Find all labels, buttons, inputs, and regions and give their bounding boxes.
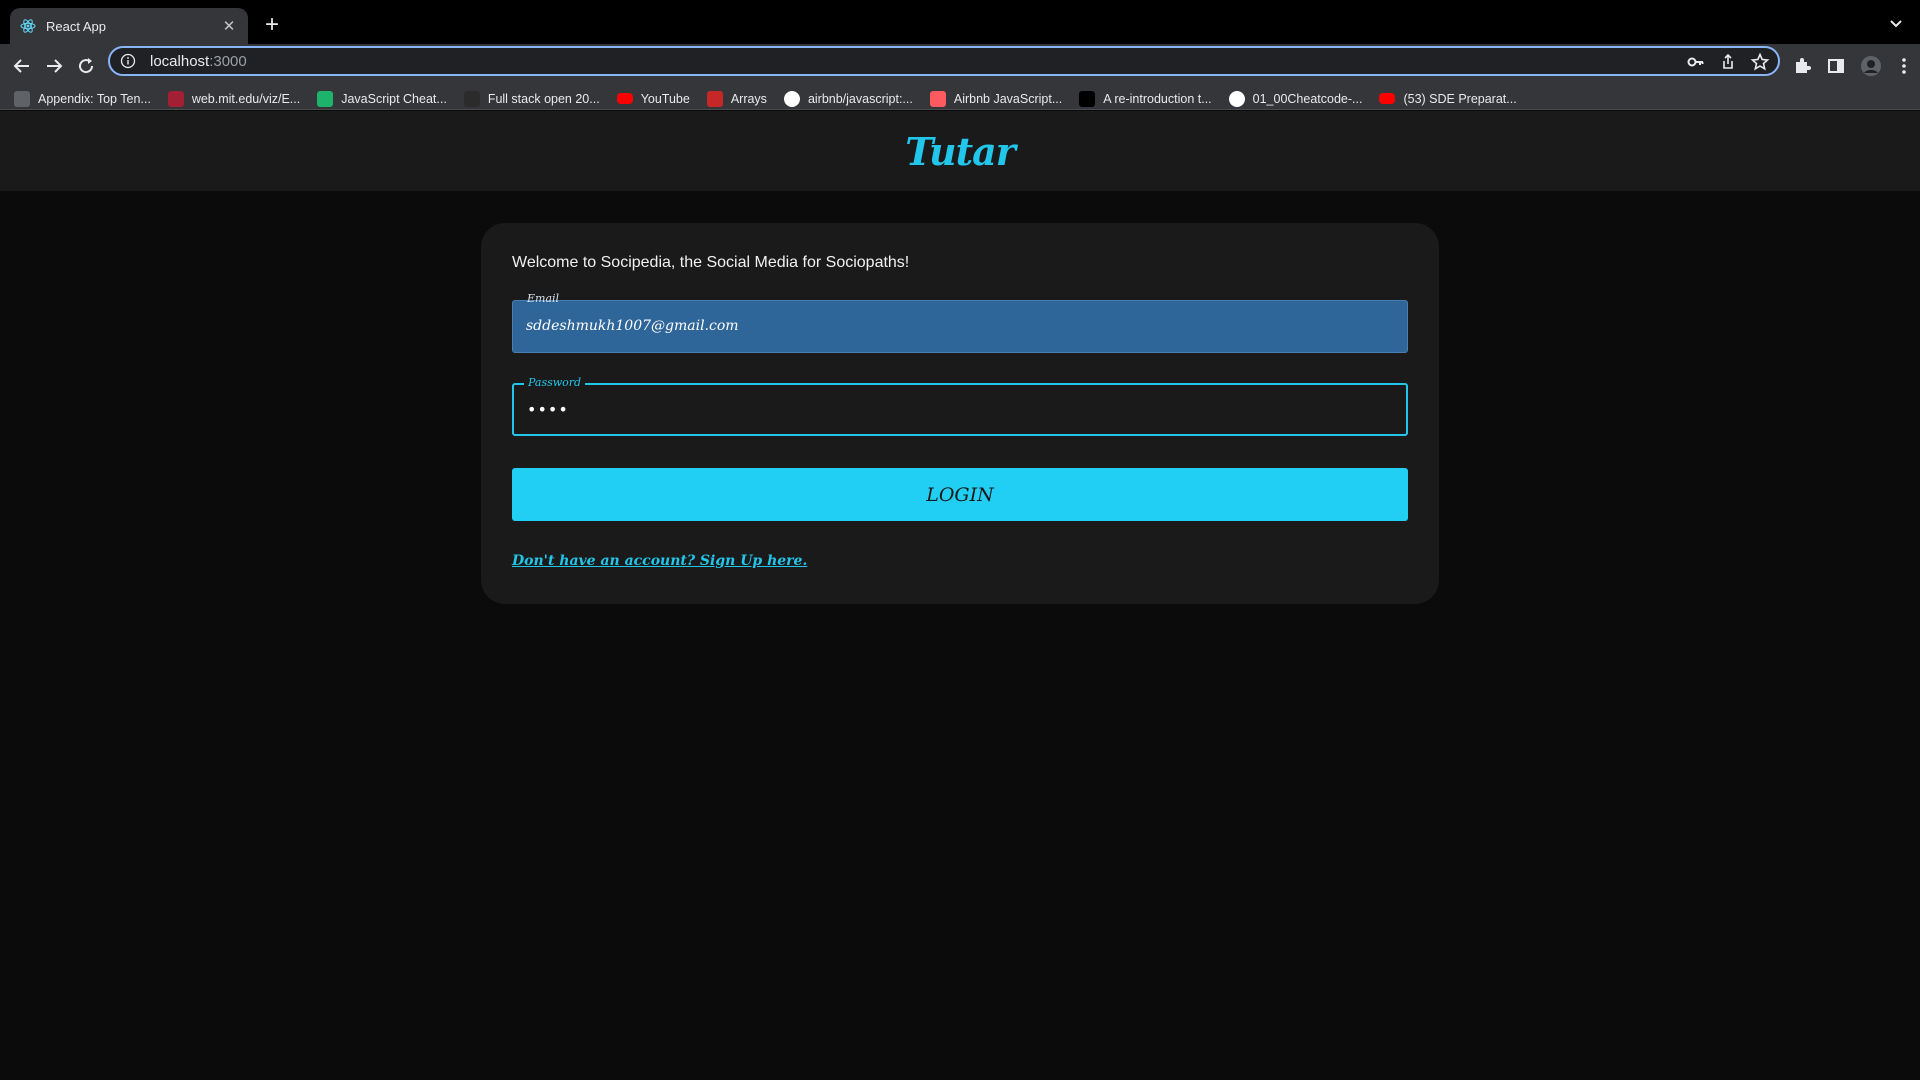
side-panel-icon[interactable]	[1826, 56, 1846, 76]
password-key-icon[interactable]	[1686, 52, 1706, 72]
page-icon	[14, 90, 30, 107]
email-label: Email	[527, 292, 560, 305]
url-host: localhost	[150, 52, 210, 70]
bookmark-label: (53) SDE Preparat...	[1403, 91, 1517, 106]
login-card: Welcome to Socipedia, the Social Media f…	[481, 223, 1439, 604]
page-content: Tutar Welcome to Socipedia, the Social M…	[0, 111, 1920, 1080]
close-tab-icon[interactable]: ✕	[220, 17, 238, 35]
bookmark-item[interactable]: YouTube	[616, 91, 690, 106]
browser-tab[interactable]: React App ✕	[10, 8, 248, 44]
reload-icon[interactable]	[74, 54, 98, 78]
browser-menu-icon[interactable]	[1896, 56, 1912, 76]
react-icon	[20, 19, 36, 33]
password-label: Password	[524, 376, 586, 389]
bookmark-item[interactable]: Full stack open 20...	[463, 90, 600, 107]
bookmark-label: A re-introduction t...	[1103, 91, 1212, 106]
mdn-icon	[1079, 90, 1096, 107]
profile-avatar[interactable]	[1860, 55, 1882, 77]
bookmark-label: 01_00Cheatcode-...	[1252, 91, 1363, 106]
password-input[interactable]: ••••	[527, 400, 1387, 419]
bookmark-item[interactable]: Airbnb JavaScript...	[929, 90, 1063, 107]
login-button[interactable]: LOGIN	[512, 468, 1408, 521]
bookmark-item[interactable]: airbnb/javascript:...	[783, 90, 913, 107]
welcome-message: Welcome to Socipedia, the Social Media f…	[512, 254, 910, 271]
share-icon[interactable]	[1718, 52, 1738, 72]
signup-link[interactable]: Don't have an account? Sign Up here.	[512, 553, 807, 569]
bookmark-label: Arrays	[730, 91, 767, 106]
address-bar[interactable]: localhost:3000	[108, 46, 1780, 76]
bookmark-label: YouTube	[640, 91, 690, 106]
bookmark-item[interactable]: Appendix: Top Ten...	[14, 90, 151, 107]
email-input[interactable]: sddeshmukh1007@gmail.com	[526, 318, 1386, 334]
airbnb-icon	[929, 90, 946, 107]
bookmark-label: airbnb/javascript:...	[807, 91, 913, 106]
youtube-icon	[1379, 93, 1396, 104]
forward-arrow-icon[interactable]	[42, 54, 66, 78]
site-info-icon[interactable]	[120, 53, 136, 69]
bookmark-item[interactable]: JavaScript Cheat...	[317, 90, 447, 107]
bookmark-label: web.mit.edu/viz/E...	[191, 91, 301, 106]
globe-icon	[1228, 90, 1245, 107]
extensions-puzzle-icon[interactable]	[1792, 56, 1812, 76]
bookmark-label: JavaScript Cheat...	[341, 91, 447, 106]
email-field[interactable]: Email sddeshmukh1007@gmail.com	[512, 292, 1408, 353]
youtube-icon	[616, 93, 633, 104]
github-icon	[783, 90, 800, 107]
tab-title: React App	[46, 18, 106, 34]
bookmark-item[interactable]: Arrays	[706, 90, 767, 107]
bookmark-star-icon[interactable]	[1750, 52, 1770, 72]
bookmark-item[interactable]: web.mit.edu/viz/E...	[167, 90, 301, 107]
bookmark-item[interactable]: 01_00Cheatcode-...	[1228, 90, 1363, 107]
password-field[interactable]: Password ••••	[512, 376, 1408, 436]
fullstack-icon	[463, 90, 480, 107]
arrays-icon	[706, 90, 723, 107]
url-port: :3000	[209, 52, 247, 70]
tab-search-chevron-icon[interactable]	[1886, 14, 1906, 34]
cheat-icon	[317, 90, 334, 107]
new-tab-button[interactable]: +	[258, 12, 286, 40]
bookmark-label: Appendix: Top Ten...	[38, 91, 151, 106]
bookmark-label: Airbnb JavaScript...	[953, 91, 1063, 106]
brand-logo[interactable]: Tutar	[905, 129, 1016, 174]
mit-icon	[167, 90, 184, 107]
bookmarks-bar: Appendix: Top Ten... web.mit.edu/viz/E...…	[0, 88, 1920, 110]
tab-strip: React App ✕ +	[0, 0, 1920, 44]
bookmark-item[interactable]: (53) SDE Preparat...	[1379, 91, 1517, 106]
app-header: Tutar	[0, 111, 1920, 191]
back-arrow-icon[interactable]	[10, 54, 34, 78]
bookmark-item[interactable]: A re-introduction t...	[1079, 90, 1212, 107]
bookmark-label: Full stack open 20...	[487, 91, 600, 106]
